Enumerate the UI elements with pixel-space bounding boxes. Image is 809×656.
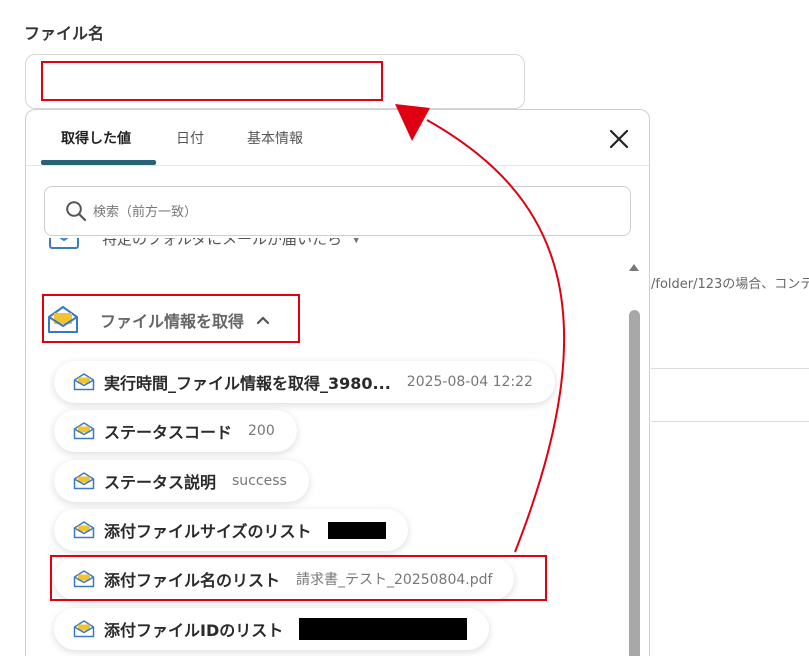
item-value: 請求書_テスト_20250804.pdf bbox=[296, 572, 493, 588]
chevron-down-icon: ▼ bbox=[352, 238, 361, 245]
value-picker-dropdown: 取得した値 日付 基本情報 特定のフォルダにメールが届いたら ▼ bbox=[25, 109, 650, 656]
item-value: 200 bbox=[248, 423, 275, 439]
envelope-open-icon bbox=[73, 521, 95, 539]
output-item[interactable]: 添付ファイル名のリスト 請求書_テスト_20250804.pdf bbox=[54, 558, 515, 600]
search-box bbox=[44, 186, 631, 236]
item-label: ステータスコード bbox=[104, 423, 233, 442]
scroll-up-arrow[interactable] bbox=[628, 262, 640, 272]
item-label: 添付ファイルサイズのリスト bbox=[104, 522, 312, 541]
item-label: 実行時間_ファイル情報を取得_3980... bbox=[104, 374, 391, 393]
item-label: 添付ファイル名のリスト bbox=[104, 571, 281, 590]
tab-bar: 取得した値 日付 基本情報 bbox=[26, 110, 649, 166]
tab-retrieved-values[interactable]: 取得した値 bbox=[61, 128, 131, 148]
trigger-section-header[interactable]: 特定のフォルダにメールが届いたら ▼ bbox=[48, 238, 628, 270]
envelope-open-icon bbox=[73, 620, 95, 638]
item-value: success bbox=[232, 473, 287, 489]
envelope-icon bbox=[49, 238, 79, 249]
envelope-open-icon bbox=[48, 306, 78, 333]
envelope-open-icon bbox=[73, 472, 95, 490]
filename-input[interactable] bbox=[25, 54, 525, 109]
output-item[interactable]: ステータス説明 success bbox=[54, 460, 309, 502]
item-value: 2025-08-04 12:22 bbox=[406, 374, 533, 390]
search-input[interactable] bbox=[93, 201, 613, 223]
output-item[interactable]: ステータスコード 200 bbox=[54, 410, 297, 452]
envelope-open-icon bbox=[73, 570, 95, 588]
output-item[interactable]: 添付ファイルIDのリスト bbox=[54, 608, 490, 650]
scrollbar-thumb[interactable] bbox=[629, 310, 640, 656]
output-item[interactable]: 実行時間_ファイル情報を取得_3980... 2025-08-04 12:22 bbox=[54, 361, 555, 403]
tab-date[interactable]: 日付 bbox=[176, 128, 204, 148]
item-label: ステータス説明 bbox=[104, 473, 217, 492]
close-icon[interactable] bbox=[606, 126, 632, 152]
output-item[interactable]: 添付ファイルサイズのリスト bbox=[54, 509, 408, 551]
background-hint-text: /folder/123の場合、コンテ bbox=[651, 277, 809, 292]
background-divider bbox=[651, 368, 809, 369]
section-label: ファイル情報を取得 bbox=[100, 312, 245, 331]
redacted-value bbox=[299, 618, 468, 640]
search-icon bbox=[66, 201, 87, 222]
section-header-get-file-info[interactable]: ファイル情報を取得 bbox=[46, 296, 270, 344]
chevron-up-icon bbox=[256, 316, 270, 325]
envelope-open-icon bbox=[73, 422, 95, 440]
active-tab-indicator bbox=[41, 160, 156, 165]
background-divider bbox=[651, 421, 809, 422]
redacted-value bbox=[327, 521, 386, 539]
field-label: ファイル名 bbox=[24, 24, 105, 43]
tab-basic-info[interactable]: 基本情報 bbox=[247, 128, 303, 148]
item-label: 添付ファイルIDのリスト bbox=[104, 621, 284, 640]
trigger-section-label: 特定のフォルダにメールが届いたら bbox=[102, 238, 343, 248]
envelope-open-icon bbox=[73, 373, 95, 391]
